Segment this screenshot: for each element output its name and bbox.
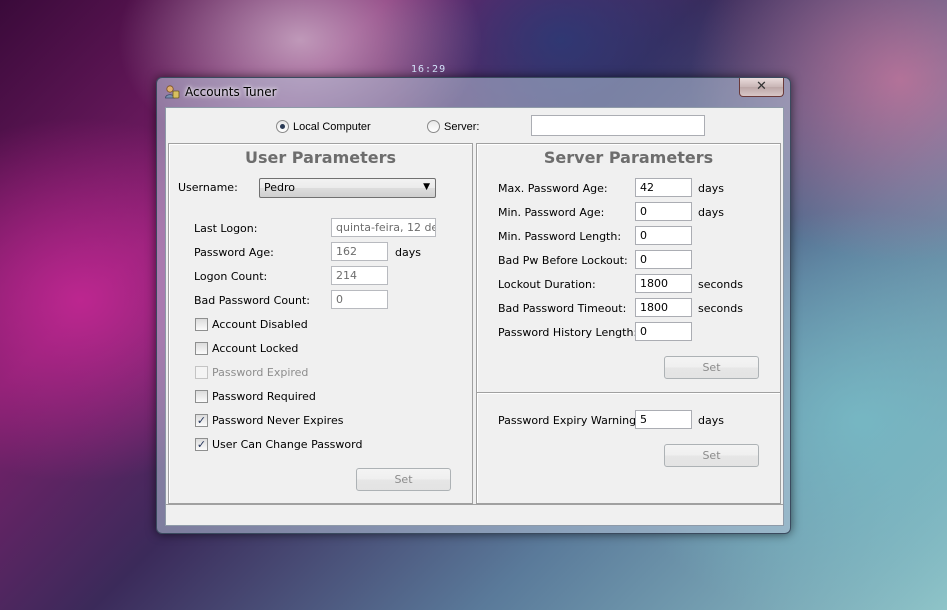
min-password-length-input[interactable]: 0	[635, 226, 692, 245]
radio-unselected-icon	[427, 120, 440, 133]
password-expiry-warning-label: Password Expiry Warning:	[498, 414, 640, 427]
server-set-button[interactable]: Set	[664, 356, 759, 379]
password-never-expires-checkbox[interactable]: ✓ Password Never Expires	[195, 414, 343, 427]
bad-pw-before-lockout-label: Bad Pw Before Lockout:	[498, 254, 628, 267]
lockout-duration-unit: seconds	[698, 278, 743, 291]
password-expired-checkbox[interactable]: Password Expired	[195, 366, 308, 379]
accounts-tuner-window: Accounts Tuner ✕ Local Computer Server: …	[156, 77, 791, 534]
close-button[interactable]: ✕	[739, 78, 784, 97]
checkbox-label: Password Expired	[212, 366, 309, 379]
min-password-age-unit: days	[698, 206, 724, 219]
bad-pw-before-lockout-input[interactable]: 0	[635, 250, 692, 269]
user-set-button[interactable]: Set	[356, 468, 451, 491]
password-history-length-label: Password History Length:	[498, 326, 638, 339]
account-locked-checkbox[interactable]: Account Locked	[195, 342, 298, 355]
client-area: Local Computer Server: User Parameters U…	[165, 107, 784, 526]
checkbox-label: Password Never Expires	[212, 414, 344, 427]
min-password-age-input[interactable]: 0	[635, 202, 692, 221]
checkbox-mark	[195, 342, 208, 355]
logon-count-field[interactable]: 214	[331, 266, 388, 285]
bad-password-timeout-unit: seconds	[698, 302, 743, 315]
checkbox-mark: ✓	[195, 438, 208, 451]
username-dropdown[interactable]: Pedro ▼	[259, 178, 436, 198]
max-password-age-input[interactable]: 42	[635, 178, 692, 197]
min-password-length-label: Min. Password Length:	[498, 230, 622, 243]
checkbox-mark	[195, 318, 208, 331]
local-computer-label: Local Computer	[293, 120, 371, 133]
bad-password-count-field[interactable]: 0	[331, 290, 388, 309]
checkbox-mark: ✓	[195, 414, 208, 427]
user-can-change-password-checkbox[interactable]: ✓ User Can Change Password	[195, 438, 362, 451]
checkbox-mark	[195, 366, 208, 379]
server-parameters-heading: Server Parameters	[543, 148, 714, 167]
username-value: Pedro	[264, 181, 296, 194]
password-age-unit: days	[395, 246, 421, 259]
window-title: Accounts Tuner	[185, 85, 277, 99]
password-age-field[interactable]: 162	[331, 242, 388, 261]
last-logon-label: Last Logon:	[194, 222, 258, 235]
lockout-duration-input[interactable]: 1800	[635, 274, 692, 293]
password-required-checkbox[interactable]: Password Required	[195, 390, 316, 403]
last-logon-field[interactable]: quinta-feira, 12 de A	[331, 218, 436, 237]
password-history-length-input[interactable]: 0	[635, 322, 692, 341]
bad-password-timeout-label: Bad Password Timeout:	[498, 302, 627, 315]
password-expiry-warning-input[interactable]: 5	[635, 410, 692, 429]
server-input[interactable]	[531, 115, 705, 136]
password-expiry-warning-unit: days	[698, 414, 724, 427]
account-disabled-checkbox[interactable]: Account Disabled	[195, 318, 308, 331]
server-radio[interactable]: Server:	[427, 120, 479, 133]
expiry-warning-set-button[interactable]: Set	[664, 444, 759, 467]
bad-password-timeout-input[interactable]: 1800	[635, 298, 692, 317]
user-parameters-panel: User Parameters Username: Pedro ▼ Last L…	[168, 143, 473, 504]
username-label: Username:	[178, 181, 238, 194]
checkbox-label: Password Required	[212, 390, 316, 403]
local-computer-radio[interactable]: Local Computer	[276, 120, 371, 133]
checkbox-label: User Can Change Password	[212, 438, 363, 451]
title-bar[interactable]: Accounts Tuner ✕	[157, 78, 790, 106]
checkbox-label: Account Disabled	[212, 318, 308, 331]
min-password-age-label: Min. Password Age:	[498, 206, 605, 219]
checkbox-label: Account Locked	[212, 342, 299, 355]
max-password-age-label: Max. Password Age:	[498, 182, 608, 195]
password-age-label: Password Age:	[194, 246, 274, 259]
radio-selected-icon	[276, 120, 289, 133]
user-parameters-heading: User Parameters	[244, 148, 397, 167]
bad-password-count-label: Bad Password Count:	[194, 294, 311, 307]
checkbox-mark	[195, 390, 208, 403]
server-label: Server:	[444, 120, 480, 133]
logon-count-label: Logon Count:	[194, 270, 268, 283]
panel-divider	[477, 392, 780, 393]
dropdown-arrow-icon: ▼	[423, 182, 430, 192]
desktop-clock: 16:29	[411, 64, 447, 75]
max-password-age-unit: days	[698, 182, 724, 195]
status-bar	[166, 504, 783, 525]
server-parameters-panel: Server Parameters Max. Password Age: 42 …	[476, 143, 781, 504]
app-icon	[165, 85, 180, 99]
lockout-duration-label: Lockout Duration:	[498, 278, 596, 291]
